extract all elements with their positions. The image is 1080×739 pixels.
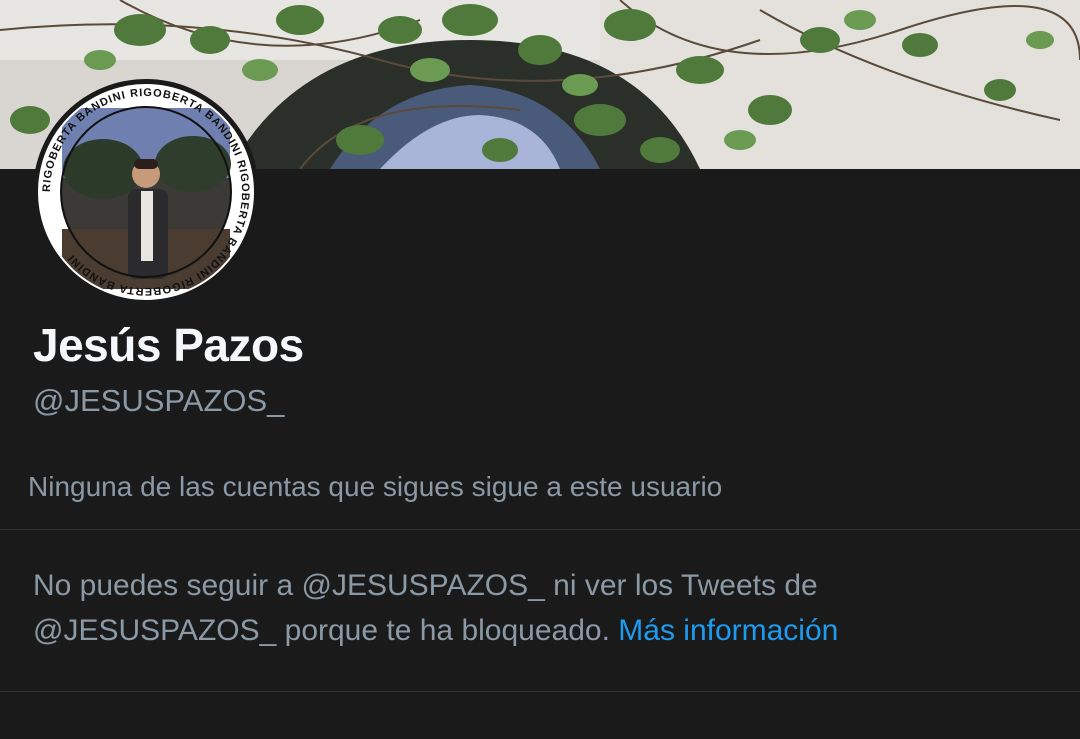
follow-context-note: Ninguna de las cuentas que sigues sigue …	[28, 471, 723, 502]
divider	[0, 691, 1080, 692]
blocked-notice-line2: @JESUSPAZOS_ porque te ha bloqueado.	[33, 614, 610, 647]
divider	[0, 529, 1080, 530]
profile-display-name: Jesús Pazos	[33, 319, 304, 371]
profile-handle: @JESUSPAZOS_	[33, 383, 285, 418]
profile-avatar[interactable]: RIGOBERTA BANDINI RIGOBERTA BANDINI RIGO…	[33, 79, 259, 305]
blocked-notice-line1: No puedes seguir a @JESUSPAZOS_ ni ver l…	[33, 569, 818, 602]
blocked-notice: No puedes seguir a @JESUSPAZOS_ ni ver l…	[33, 563, 1033, 653]
learn-more-link[interactable]: Más información	[618, 614, 838, 647]
